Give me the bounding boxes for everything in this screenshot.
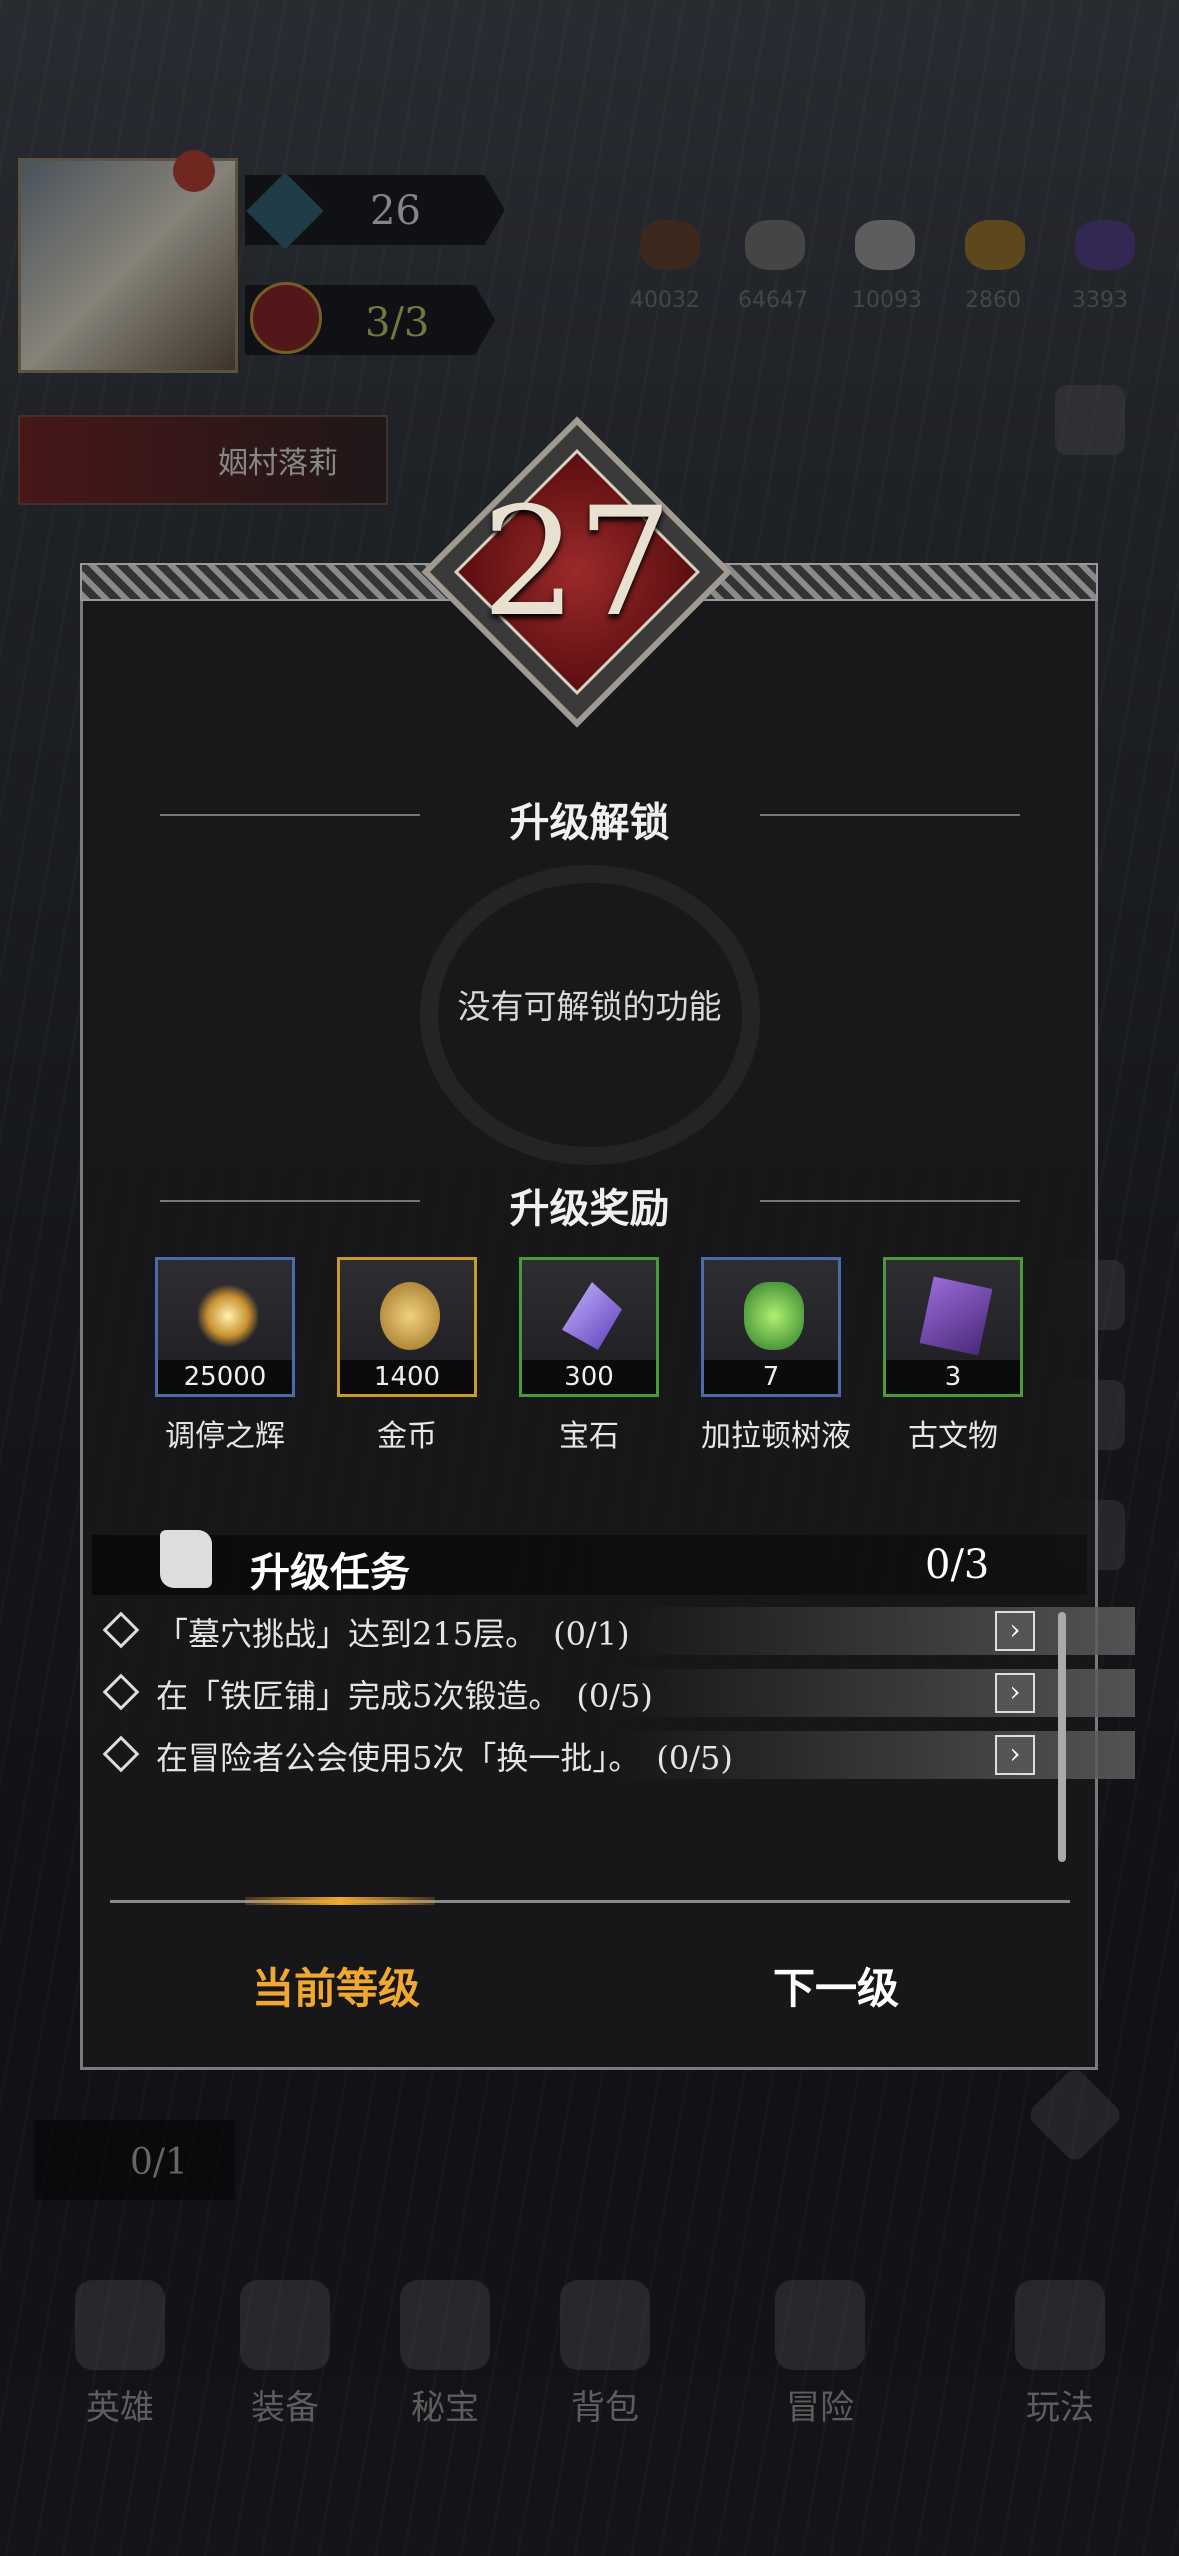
sap-potion-icon bbox=[744, 1282, 804, 1350]
task-text: 在冒险者公会使用5次「换一批」。 (0/5) bbox=[156, 1739, 733, 1777]
reward-item[interactable]: 3 古文物 bbox=[883, 1257, 1023, 1455]
tab-current-level[interactable]: 当前等级 bbox=[252, 1955, 420, 2016]
task-progress: 0/3 bbox=[925, 1542, 990, 1588]
reward-slot: 1400 bbox=[337, 1257, 477, 1397]
reward-slot: 25000 bbox=[155, 1257, 295, 1397]
reward-slot: 7 bbox=[701, 1257, 841, 1397]
reward-name: 调停之辉 bbox=[165, 1419, 285, 1454]
reward-name: 金币 bbox=[377, 1419, 437, 1454]
task-row[interactable]: 「墓穴挑战」达到215层。 (0/1) › bbox=[100, 1605, 1135, 1657]
reward-slot: 300 bbox=[519, 1257, 659, 1397]
reward-count: 25000 bbox=[158, 1360, 292, 1394]
unlock-title: 升级解锁 bbox=[509, 799, 670, 846]
reward-count: 300 bbox=[522, 1360, 656, 1394]
reward-slot: 3 bbox=[883, 1257, 1023, 1397]
gold-coin-icon bbox=[380, 1282, 440, 1350]
task-text: 在「铁匠铺」完成5次锻造。 (0/5) bbox=[156, 1677, 653, 1715]
reward-name: 加拉顿树液 bbox=[701, 1419, 851, 1454]
unlock-empty-message: 没有可解锁的功能 bbox=[457, 987, 722, 1026]
reward-item[interactable]: 300 宝石 bbox=[519, 1257, 659, 1455]
task-title: 升级任务 bbox=[250, 1549, 410, 1596]
task-status-icon bbox=[102, 1673, 140, 1711]
go-arrow-icon[interactable]: › bbox=[995, 1673, 1035, 1713]
reward-name: 古文物 bbox=[908, 1419, 998, 1454]
scroll-icon bbox=[160, 1530, 212, 1588]
task-status-icon bbox=[102, 1611, 140, 1649]
reward-count: 1400 bbox=[340, 1360, 474, 1394]
gem-icon bbox=[562, 1282, 622, 1350]
task-status-icon bbox=[102, 1735, 140, 1773]
reward-item[interactable]: 25000 调停之辉 bbox=[155, 1257, 295, 1455]
task-row[interactable]: 在冒险者公会使用5次「换一批」。 (0/5) › bbox=[100, 1729, 1135, 1781]
task-row[interactable]: 在「铁匠铺」完成5次锻造。 (0/5) › bbox=[100, 1667, 1135, 1719]
reward-count: 7 bbox=[704, 1360, 838, 1394]
artifact-icon bbox=[919, 1276, 993, 1356]
go-arrow-icon[interactable]: › bbox=[995, 1611, 1035, 1651]
reward-item[interactable]: 1400 金币 bbox=[337, 1257, 477, 1455]
reward-title: 升级奖励 bbox=[509, 1185, 670, 1232]
reward-name: 宝石 bbox=[559, 1419, 619, 1454]
tab-active-indicator bbox=[245, 1897, 435, 1905]
radiance-icon bbox=[198, 1282, 258, 1350]
reward-count: 3 bbox=[886, 1360, 1020, 1394]
reward-item[interactable]: 7 加拉顿树液 bbox=[701, 1257, 851, 1455]
tab-next-level[interactable]: 下一级 bbox=[773, 1955, 899, 2016]
go-arrow-icon[interactable]: › bbox=[995, 1735, 1035, 1775]
task-scrollbar[interactable] bbox=[1058, 1612, 1066, 1862]
next-level-number: 27 bbox=[481, 476, 673, 650]
task-text: 「墓穴挑战」达到215层。 (0/1) bbox=[156, 1615, 630, 1653]
